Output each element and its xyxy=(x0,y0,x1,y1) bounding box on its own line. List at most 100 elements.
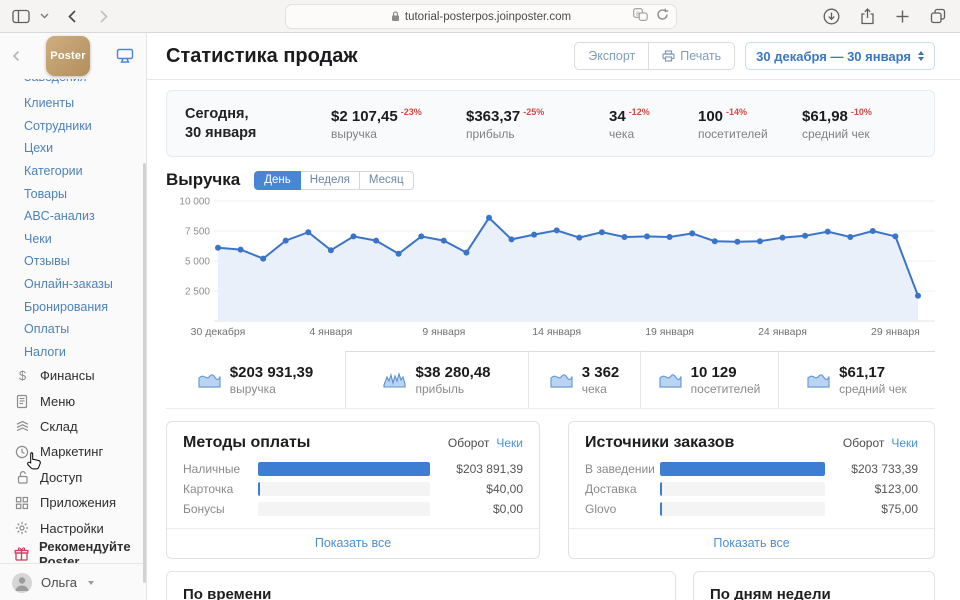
export-button[interactable]: Экспорт xyxy=(574,42,648,70)
sidebar-section-5[interactable]: Доступ xyxy=(0,465,146,490)
totals-label: чека xyxy=(582,382,620,396)
svg-text:7 500: 7 500 xyxy=(185,227,210,238)
totals-tab-3[interactable]: 3 362чека xyxy=(528,351,640,408)
sidebar-item-10[interactable]: Онлайн-заказы xyxy=(0,273,146,296)
order-sources-row-3: Glovo$75,00 xyxy=(569,499,934,519)
access-icon xyxy=(14,470,30,485)
delta-badge: -12% xyxy=(629,107,650,117)
sidebar-section-6[interactable]: Приложения xyxy=(0,490,146,515)
sidebar-section-3[interactable]: Склад xyxy=(0,414,146,439)
lock-icon xyxy=(391,11,400,22)
chevron-down-icon[interactable] xyxy=(40,13,49,19)
order-sources-toggle-receipts[interactable]: Чеки xyxy=(891,436,918,450)
sidebar-item-9[interactable]: Отзывы xyxy=(0,250,146,273)
sidebar-item-13[interactable]: Налоги xyxy=(0,341,146,364)
collapse-sidebar-icon[interactable] xyxy=(12,50,20,62)
sidebar-item-3[interactable]: Сотрудники xyxy=(0,115,146,138)
updown-icon xyxy=(918,51,924,61)
page-title: Статистика продаж xyxy=(166,45,358,68)
sidebar-section-label: Настройки xyxy=(40,521,104,536)
sidebar-item-4[interactable]: Цехи xyxy=(0,137,146,160)
sidebar-item-7[interactable]: ABC-анализ xyxy=(0,205,146,228)
bottom-panel-title: По времени xyxy=(183,586,659,600)
safari-window: tutorial-posterpos.joinposter.com a xyxy=(0,0,960,600)
address-bar[interactable]: tutorial-posterpos.joinposter.com a xyxy=(285,4,677,29)
payment-methods-toggle-turnover[interactable]: Оборот xyxy=(448,436,489,450)
sidebar-toggle-icon[interactable] xyxy=(12,9,30,24)
order-sources-show-all-link[interactable]: Показать все xyxy=(569,528,934,558)
back-icon[interactable] xyxy=(67,9,77,24)
sidebar-section-4[interactable]: Маркетинг xyxy=(0,439,146,464)
chart-tab-1[interactable]: День xyxy=(254,171,301,190)
payment-methods-bar xyxy=(258,462,430,476)
sidebar-section-label: Меню xyxy=(40,394,75,409)
today-title: Сегодня,30 января xyxy=(185,105,331,143)
today-stat-value: $363,37-25% xyxy=(466,107,609,125)
delta-badge: -25% xyxy=(523,107,544,117)
sidebar-item-5[interactable]: Категории xyxy=(0,160,146,183)
payment-methods-row-label: Бонусы xyxy=(183,502,249,516)
today-stat-label: выручка xyxy=(331,127,466,141)
share-icon[interactable] xyxy=(860,8,875,25)
svg-text:$: $ xyxy=(18,368,26,383)
totals-label: выручка xyxy=(230,382,313,396)
warehouse-icon xyxy=(14,420,30,434)
totals-tab-4[interactable]: 10 129посетителей xyxy=(640,351,778,408)
order-sources-row-1: В заведении$203 733,39 xyxy=(569,459,934,479)
sidebar-section-1[interactable]: $ Финансы xyxy=(0,363,146,388)
svg-text:10 000: 10 000 xyxy=(179,197,210,208)
sidebar-item-8[interactable]: Чеки xyxy=(0,228,146,251)
payment-methods-bar-track xyxy=(258,462,430,476)
poster-logo[interactable]: Poster xyxy=(46,36,90,76)
sidebar-item-6[interactable]: Товары xyxy=(0,182,146,205)
main-content: Статистика продаж Экспорт Печать 30 дека… xyxy=(147,33,960,600)
order-sources-row-label: В заведении xyxy=(585,462,651,476)
user-menu[interactable]: Ольга xyxy=(0,563,146,600)
sidebar-item-11[interactable]: Бронирования xyxy=(0,295,146,318)
order-sources-toggle: Оборот Чеки xyxy=(843,436,918,450)
sidebar-section-2[interactable]: Меню xyxy=(0,389,146,414)
chart-tab-2[interactable]: Неделя xyxy=(300,171,360,190)
svg-text:24 января: 24 января xyxy=(758,326,807,338)
today-stat-3: 34-12%чека xyxy=(609,107,698,141)
date-range-select[interactable]: 30 декабря — 30 января xyxy=(745,42,935,70)
payment-methods-show-all-link[interactable]: Показать все xyxy=(167,528,539,558)
order-sources-bar xyxy=(660,482,662,496)
order-sources-bar-track xyxy=(660,462,825,476)
print-button[interactable]: Печать xyxy=(648,42,735,70)
chart-title: Выручка xyxy=(166,170,240,190)
totals-tab-2[interactable]: $38 280,48прибыль xyxy=(345,351,528,408)
order-sources-toggle-turnover[interactable]: Оборот xyxy=(843,436,884,450)
chart-tab-3[interactable]: Месяц xyxy=(359,171,414,190)
payment-methods-title: Методы оплаты xyxy=(183,434,310,452)
payment-methods-bar-track xyxy=(258,502,430,516)
tab-overview-icon[interactable] xyxy=(930,8,946,24)
reload-icon[interactable] xyxy=(656,8,669,21)
order-sources-row-label: Glovo xyxy=(585,502,651,516)
order-sources-bar xyxy=(660,502,662,516)
payment-methods-row-1: Наличные$203 891,39 xyxy=(167,459,539,479)
totals-value: 10 129 xyxy=(691,364,761,381)
sidebar-item-1[interactable]: Заведения xyxy=(0,79,146,92)
sidebar-item-12[interactable]: Оплаты xyxy=(0,318,146,341)
terminal-icon[interactable] xyxy=(116,48,134,64)
sidebar-section-label: Финансы xyxy=(40,368,95,383)
today-stat-value: 34-12% xyxy=(609,107,698,125)
new-tab-icon[interactable] xyxy=(895,9,910,24)
totals-tab-5[interactable]: $61,17средний чек xyxy=(778,351,935,408)
today-stat-label: посетителей xyxy=(698,127,802,141)
order-sources-card: Источники заказовОборотЧекиВ заведении$2… xyxy=(568,421,935,559)
sidebar-scrollbar[interactable] xyxy=(143,163,146,583)
dollar-icon: $ xyxy=(14,368,30,383)
totals-label: средний чек xyxy=(839,382,907,396)
translate-icon[interactable]: a xyxy=(633,8,648,21)
forward-icon[interactable] xyxy=(99,9,109,24)
payment-methods-toggle-receipts[interactable]: Чеки xyxy=(496,436,523,450)
totals-value: 3 362 xyxy=(582,364,620,381)
sidebar-item-2[interactable]: Клиенты xyxy=(0,92,146,115)
downloads-icon[interactable] xyxy=(823,8,840,25)
sidebar-section-7[interactable]: Настройки xyxy=(0,515,146,540)
delta-badge: -14% xyxy=(726,107,747,117)
payment-methods-row-value: $203 891,39 xyxy=(439,462,523,476)
totals-tab-1[interactable]: $203 931,39выручка xyxy=(166,351,345,408)
